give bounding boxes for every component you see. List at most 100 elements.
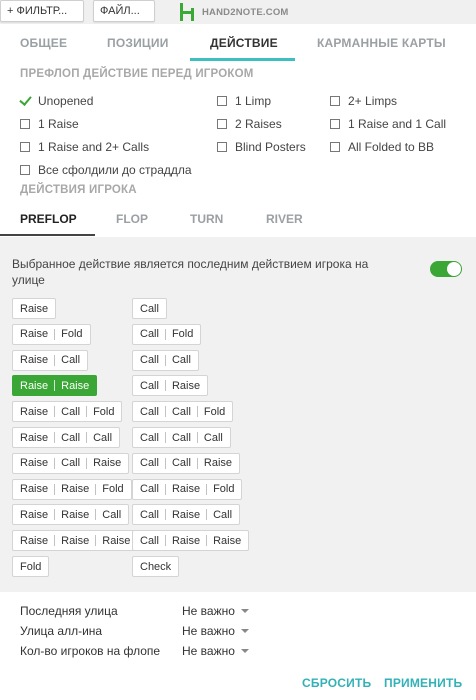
tab-general[interactable]: ОБЩЕЕ — [20, 36, 67, 50]
checkbox-1-raise[interactable]: 1 Raise — [20, 117, 79, 131]
action-sequence-button[interactable]: Raise Fold — [12, 323, 91, 345]
action-token: Raise — [20, 328, 49, 341]
action-sequence-button[interactable]: Call Raise — [132, 375, 209, 397]
action-sequence-button[interactable]: Call Call Call — [132, 427, 231, 448]
checkbox-folded-to-straddle[interactable]: Все сфолдили до страддла — [20, 163, 192, 177]
preflop-action-header: ПРЕФЛОП ДЕЙСТВИЕ ПЕРЕД ИГРОКОМ — [20, 68, 254, 80]
action-sequence-button[interactable]: Raise Call Raise — [12, 452, 130, 474]
allin-street-select[interactable]: Не важно — [182, 624, 249, 638]
action-token: Call — [140, 508, 159, 521]
action-token: Raise — [171, 534, 201, 547]
last-action-toggle[interactable] — [430, 261, 462, 277]
action-token: Fold — [171, 328, 194, 341]
action-token: Call — [140, 534, 159, 547]
tab-river[interactable]: RIVER — [266, 212, 303, 226]
action-token: Raise — [20, 483, 49, 496]
action-token: Call — [61, 405, 81, 418]
action-token: Call — [171, 457, 191, 470]
allin-street-value: Не важно — [182, 624, 235, 638]
tab-positions[interactable]: ПОЗИЦИИ — [107, 36, 169, 50]
reset-button[interactable]: СБРОСИТЬ — [302, 676, 371, 690]
action-token: Raise — [171, 379, 201, 392]
separator — [54, 380, 56, 392]
separator — [164, 457, 166, 469]
separator — [196, 457, 198, 469]
action-sequence-button[interactable]: Raise Raise — [12, 375, 98, 397]
checkbox-1-limp[interactable]: 1 Limp — [217, 94, 271, 108]
players-on-flop-select[interactable]: Не важно — [182, 644, 249, 658]
action-sequence-button[interactable]: Raise Raise Fold — [12, 478, 132, 500]
active-street-indicator — [0, 234, 95, 236]
hand2note-logo-icon — [180, 3, 196, 21]
action-sequence-button[interactable]: Call Fold — [132, 323, 202, 345]
checkbox-1-raise-2-plus-calls[interactable]: 1 Raise and 2+ Calls — [20, 140, 149, 154]
checkbox-label: 1 Limp — [235, 94, 272, 108]
file-button[interactable]: ФАЙЛ... — [93, 0, 155, 22]
action-sequence-button[interactable]: Call Call Raise — [132, 452, 241, 474]
action-token: Call — [140, 379, 159, 392]
action-token: Call — [171, 431, 191, 444]
action-token: Call — [140, 328, 159, 341]
tab-flop[interactable]: FLOP — [116, 212, 148, 226]
action-token: Raise — [20, 508, 49, 521]
action-sequence-button[interactable]: Raise Call — [12, 349, 89, 371]
checkbox-unopened[interactable]: Unopened — [20, 94, 93, 108]
checkbox-icon — [330, 96, 340, 106]
separator — [164, 380, 166, 392]
action-sequence-button[interactable]: Fold — [12, 556, 50, 577]
separator — [206, 509, 208, 521]
checkbox-label: 1 Raise and 1 Call — [348, 117, 447, 131]
action-sequence-button[interactable]: Raise Call Fold — [12, 401, 123, 423]
checkbox-icon — [217, 119, 227, 129]
action-token: Raise — [171, 508, 201, 521]
action-token: Raise — [213, 534, 242, 547]
action-token: Call — [140, 457, 159, 470]
tab-turn[interactable]: TURN — [190, 212, 223, 226]
separator — [54, 535, 56, 547]
checkbox-blind-posters[interactable]: Blind Posters — [217, 140, 306, 154]
action-sequence-button[interactable]: Call Call — [132, 349, 199, 371]
action-token: Fold — [61, 328, 83, 341]
checkbox-checked-icon — [20, 96, 30, 106]
checkbox-2-plus-limps[interactable]: 2+ Limps — [330, 94, 397, 108]
action-sequence-button[interactable]: Call Raise Fold — [132, 478, 243, 500]
separator — [95, 509, 97, 521]
action-token: Fold — [20, 560, 42, 573]
last-street-value: Не важно — [182, 604, 235, 618]
action-sequence-button[interactable]: Raise Raise Call — [12, 504, 130, 526]
checkbox-all-folded-to-bb[interactable]: All Folded to BB — [330, 140, 434, 154]
filter-panel: ОБЩЕЕ ПОЗИЦИИ ДЕЙСТВИЕ КАРМАННЫЕ КАРТЫ П… — [0, 24, 476, 237]
checkbox-icon — [20, 165, 30, 175]
action-token: Raise — [171, 483, 201, 496]
separator — [206, 535, 208, 547]
allin-street-label: Улица алл-ина — [20, 624, 103, 638]
filter-button[interactable]: + ФИЛЬТР... — [0, 0, 84, 22]
action-token: Fold — [213, 483, 235, 496]
tab-pocket-cards[interactable]: КАРМАННЫЕ КАРТЫ — [317, 36, 446, 50]
checkbox-icon — [217, 142, 227, 152]
last-street-select[interactable]: Не важно — [182, 604, 249, 618]
checkbox-icon — [330, 119, 340, 129]
action-sequence-button[interactable]: Call Raise Call — [132, 504, 241, 526]
separator — [86, 457, 88, 469]
tab-action[interactable]: ДЕЙСТВИЕ — [210, 36, 278, 50]
checkbox-1-raise-1-call[interactable]: 1 Raise and 1 Call — [330, 117, 446, 131]
checkbox-label: 1 Raise — [38, 117, 79, 131]
checkbox-icon — [217, 96, 227, 106]
apply-button[interactable]: ПРИМЕНИТЬ — [384, 676, 462, 690]
separator — [54, 406, 56, 418]
action-sequence-button[interactable]: Call — [132, 298, 167, 319]
action-sequence-button[interactable]: Check — [132, 556, 180, 577]
separator — [196, 406, 198, 418]
action-sequence-button[interactable]: Call Raise Raise — [132, 530, 250, 552]
checkbox-icon — [330, 142, 340, 152]
action-token: Call — [102, 508, 122, 521]
action-sequence-button[interactable]: Call Call Fold — [132, 401, 234, 423]
tab-preflop[interactable]: PREFLOP — [20, 212, 77, 226]
action-sequence-button[interactable]: Raise Call Call — [12, 427, 121, 448]
action-token: Check — [140, 560, 172, 573]
action-sequence-button[interactable]: Raise Raise Raise — [12, 530, 139, 552]
action-token: Fold — [102, 483, 124, 496]
checkbox-2-raises[interactable]: 2 Raises — [217, 117, 282, 131]
action-sequence-button[interactable]: Raise — [12, 298, 57, 319]
